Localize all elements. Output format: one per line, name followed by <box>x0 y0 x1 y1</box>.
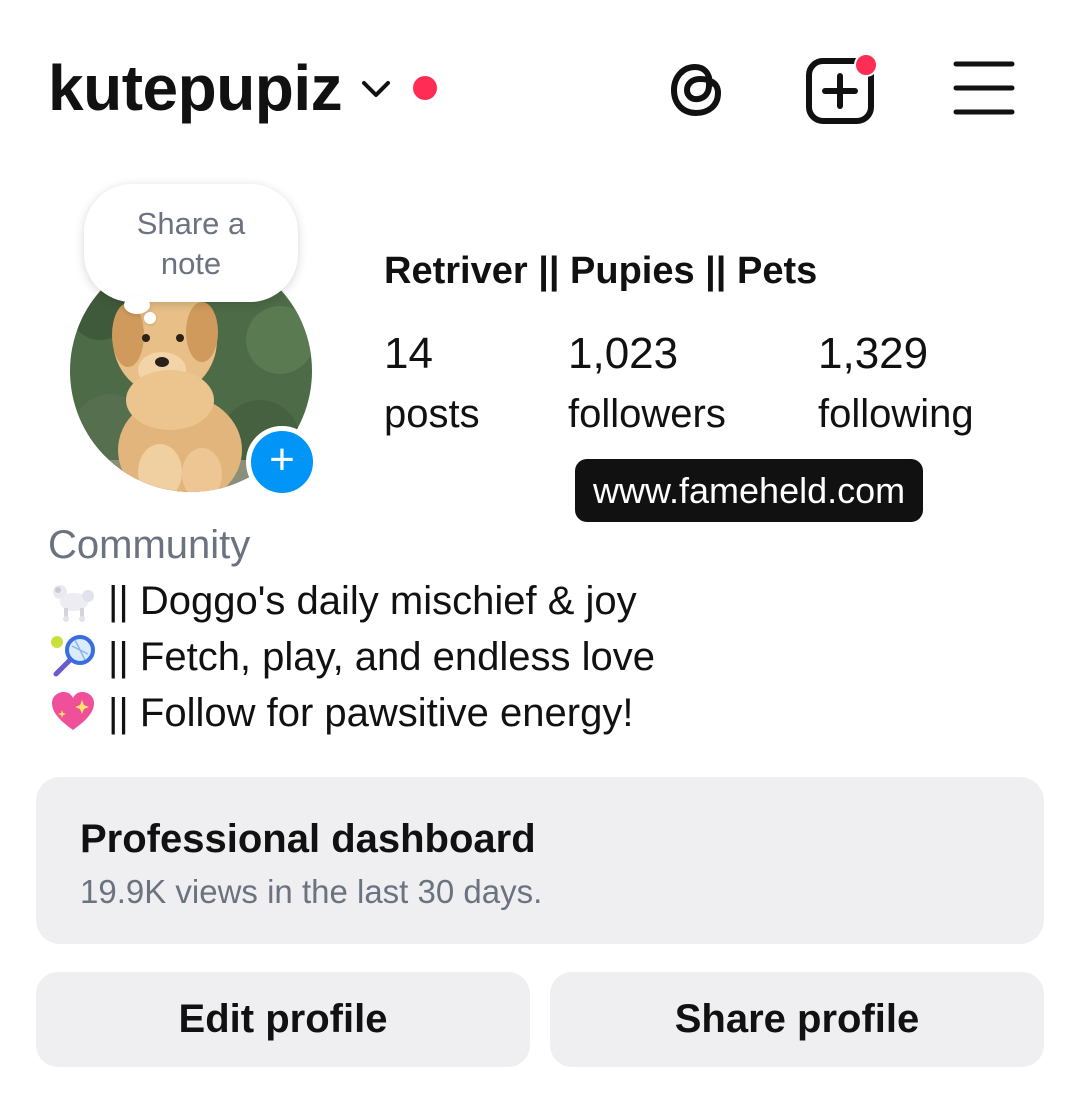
stat-label: following <box>818 392 974 436</box>
chevron-down-icon[interactable] <box>358 70 394 106</box>
edit-profile-button[interactable]: Edit profile <box>36 972 530 1067</box>
dashboard-title: Professional dashboard <box>80 817 536 861</box>
share-note-bubble[interactable]: Share a note <box>84 184 298 302</box>
notification-dot <box>413 76 437 100</box>
bio-text: || Doggo's daily mischief & joy <box>108 579 637 623</box>
bio-text: || Follow for pawsitive energy! <box>108 691 634 735</box>
note-line-1: Share a <box>136 206 246 241</box>
username-title[interactable]: kutepupiz <box>48 52 343 124</box>
bio-line: || Follow for pawsitive energy! <box>48 688 633 738</box>
bio-line: || Fetch, play, and endless love <box>48 632 655 682</box>
sparkling-heart-emoji-icon <box>52 692 94 730</box>
stat-value: 1,023 <box>568 329 679 378</box>
add-story-button[interactable]: + <box>246 426 318 498</box>
stat-followers[interactable]: 1,023 followers <box>568 328 726 438</box>
threads-icon[interactable] <box>664 55 728 123</box>
share-profile-button[interactable]: Share profile <box>550 972 1044 1067</box>
stat-posts[interactable]: 14 posts <box>384 328 480 438</box>
stat-following[interactable]: 1,329 following <box>818 328 974 438</box>
stat-value: 1,329 <box>818 329 929 378</box>
note-tail-small <box>144 312 156 324</box>
new-post-icon[interactable] <box>804 54 880 126</box>
tennis-emoji-icon <box>51 635 95 677</box>
dashboard-subtitle: 19.9K views in the last 30 days. <box>80 873 543 910</box>
stat-label: followers <box>568 392 726 436</box>
professional-dashboard-card[interactable]: Professional dashboard 19.9K views in th… <box>36 777 1044 944</box>
menu-icon[interactable] <box>952 58 1016 118</box>
display-name: Retriver || Pupies || Pets <box>384 250 818 292</box>
profile-category: Community <box>48 523 251 567</box>
note-tail <box>124 296 150 314</box>
note-line-2: note <box>160 246 222 281</box>
bio-line: || Doggo's daily mischief & joy <box>48 576 637 626</box>
stat-value: 14 <box>384 329 433 378</box>
bio-text: || Fetch, play, and endless love <box>108 635 656 679</box>
stat-label: posts <box>384 392 480 436</box>
poodle-emoji-icon <box>53 585 94 622</box>
website-link[interactable]: www.fameheld.com <box>575 459 924 522</box>
